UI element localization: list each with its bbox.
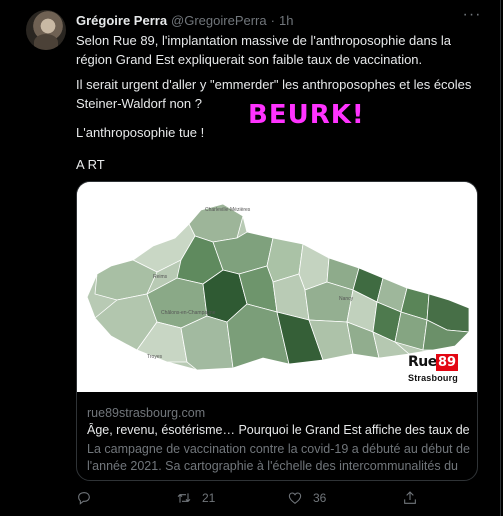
author-name[interactable]: Grégoire Perra bbox=[76, 13, 167, 28]
overlay-beurk-text: BEURK! bbox=[248, 100, 365, 130]
map-label-reims: Reims bbox=[153, 274, 168, 280]
like-icon bbox=[288, 492, 302, 505]
retweet-button[interactable]: 21 bbox=[176, 488, 215, 508]
avatar[interactable] bbox=[26, 10, 66, 50]
map-label-troyes: Troyes bbox=[147, 354, 163, 360]
logo-word: Rue bbox=[408, 354, 437, 370]
map-label-nancy: Nancy bbox=[339, 296, 354, 302]
tweet-time[interactable]: 1h bbox=[279, 13, 293, 28]
card-domain: rue89strasbourg.com bbox=[87, 406, 206, 420]
tweet-text-line-1: Selon Rue 89, l'implantation massive de … bbox=[76, 33, 451, 67]
timeline-border bbox=[500, 0, 501, 516]
reply-icon bbox=[78, 492, 90, 505]
logo-number: 89 bbox=[436, 354, 459, 371]
card-map-image: Charleville-Mézières Reims Châlons-en-Ch… bbox=[77, 182, 477, 392]
tweet-text-line-4: A RT bbox=[76, 157, 105, 172]
card-title[interactable]: Âge, revenu, ésotérisme… Pourquoi le Gra… bbox=[87, 423, 473, 437]
link-card[interactable]: Charleville-Mézières Reims Châlons-en-Ch… bbox=[76, 181, 478, 481]
share-icon bbox=[404, 491, 416, 504]
logo-city: Strasbourg bbox=[408, 373, 459, 383]
retweet-count: 21 bbox=[202, 491, 216, 505]
map-label-charleville: Charleville-Mézières bbox=[205, 207, 251, 213]
map-label-chalons: Châlons-en-Champagne bbox=[161, 310, 216, 316]
author-handle[interactable]: @GregoirePerra bbox=[171, 13, 267, 28]
rue89-logo: Rue 89 Strasbourg bbox=[408, 354, 459, 388]
share-button[interactable] bbox=[402, 488, 418, 508]
like-count: 36 bbox=[313, 491, 327, 505]
header-separator: · bbox=[270, 12, 275, 28]
tweet-header: Grégoire Perra @GregoirePerra · 1h bbox=[76, 11, 293, 29]
retweet-icon bbox=[177, 493, 191, 503]
reply-button[interactable] bbox=[76, 488, 102, 508]
card-description: La campagne de vaccination contre la cov… bbox=[87, 442, 470, 480]
more-icon[interactable]: ··· bbox=[462, 7, 482, 28]
like-button[interactable]: 36 bbox=[287, 488, 326, 508]
tweet-actions: 21 36 bbox=[76, 488, 486, 508]
